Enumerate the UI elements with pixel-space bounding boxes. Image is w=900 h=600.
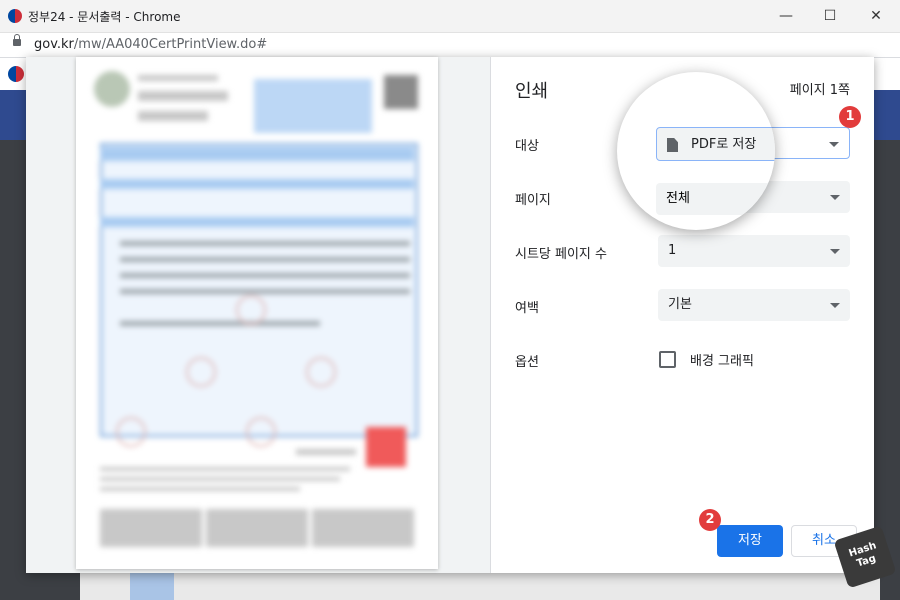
chevron-down-icon — [830, 303, 840, 308]
gov24-logo-icon — [8, 9, 22, 23]
doc-watermark-circle — [306, 357, 336, 387]
chevron-down-icon — [830, 249, 840, 254]
doc-line — [138, 75, 218, 81]
background-graphics-label[interactable]: 배경 그래픽 — [690, 350, 754, 369]
doc-official-stamp — [366, 427, 406, 467]
doc-watermark-circle — [236, 295, 266, 325]
doc-line — [138, 91, 228, 101]
pages-label: 페이지 — [515, 193, 551, 208]
window-titlebar: 정부24 - 문서출력 - Chrome — ☐ ✕ — [0, 0, 900, 33]
doc-table-row — [120, 289, 410, 294]
doc-table-row — [120, 257, 410, 262]
blurred-document — [76, 57, 438, 569]
doc-watermark-circle — [186, 357, 216, 387]
margins-label: 여백 — [515, 301, 539, 316]
magnified-destination-value: PDF로 저장 — [691, 137, 757, 152]
url-text[interactable]: gov.kr/mw/AA040CertPrintView.do# — [34, 37, 267, 52]
lock-icon — [13, 34, 21, 46]
doc-watermark-circle — [246, 417, 276, 447]
margins-value: 기본 — [668, 297, 692, 312]
window-title: 정부24 - 문서출력 - Chrome — [28, 10, 181, 24]
url-path: /mw/AA040CertPrintView.do# — [73, 37, 268, 52]
gov24-logo-icon — [8, 66, 24, 82]
file-icon — [667, 138, 678, 152]
doc-watermark-circle — [116, 417, 146, 447]
print-title: 인쇄 — [515, 81, 549, 102]
doc-line — [296, 449, 356, 455]
print-preview-page — [76, 57, 438, 569]
step-badge-2: 2 — [699, 509, 721, 531]
doc-table-header — [100, 147, 414, 161]
pages-per-sheet-value: 1 — [668, 243, 677, 258]
doc-line — [100, 467, 350, 471]
pages-per-sheet-label: 시트당 페이지 수 — [515, 247, 607, 262]
doc-header-box — [254, 79, 372, 133]
destination-label: 대상 — [515, 139, 539, 154]
doc-table-row — [120, 273, 410, 278]
magnified-pages-select[interactable]: 전체 — [656, 183, 775, 215]
doc-footer-block — [206, 509, 308, 547]
address-bar[interactable]: gov.kr/mw/AA040CertPrintView.do# — [0, 33, 900, 58]
chevron-down-icon — [829, 142, 839, 147]
magnifier-callout: PDF로 저장 전체 — [617, 72, 775, 230]
doc-table-header — [100, 179, 414, 189]
save-button[interactable]: 저장 — [717, 525, 783, 557]
margins-select[interactable]: 기본 — [658, 289, 850, 321]
doc-line — [100, 477, 340, 481]
doc-table-row — [120, 241, 410, 246]
page-count: 페이지 1쪽 — [789, 83, 850, 98]
pages-per-sheet-select[interactable]: 1 — [658, 235, 850, 267]
doc-qr-code — [384, 75, 418, 109]
doc-table-row — [120, 321, 320, 326]
close-button[interactable]: ✕ — [853, 4, 899, 28]
url-host: gov.kr — [34, 37, 74, 52]
magnified-destination-select[interactable]: PDF로 저장 — [656, 127, 775, 161]
maximize-button[interactable]: ☐ — [807, 4, 853, 28]
background-content-block — [130, 573, 174, 600]
options-label: 옵션 — [515, 355, 539, 370]
document-seal — [94, 71, 130, 107]
minimize-button[interactable]: — — [763, 4, 809, 28]
magnified-pages-value: 전체 — [666, 191, 690, 206]
doc-table-header — [100, 217, 414, 227]
background-graphics-checkbox[interactable] — [659, 351, 676, 368]
background-content-strip — [80, 573, 880, 600]
print-preview-area — [26, 57, 491, 573]
doc-line — [138, 111, 208, 121]
chevron-down-icon — [830, 195, 840, 200]
doc-footer-block — [100, 509, 202, 547]
doc-footer-block — [312, 509, 414, 547]
doc-line — [100, 487, 300, 491]
step-badge-1: 1 — [839, 106, 861, 128]
